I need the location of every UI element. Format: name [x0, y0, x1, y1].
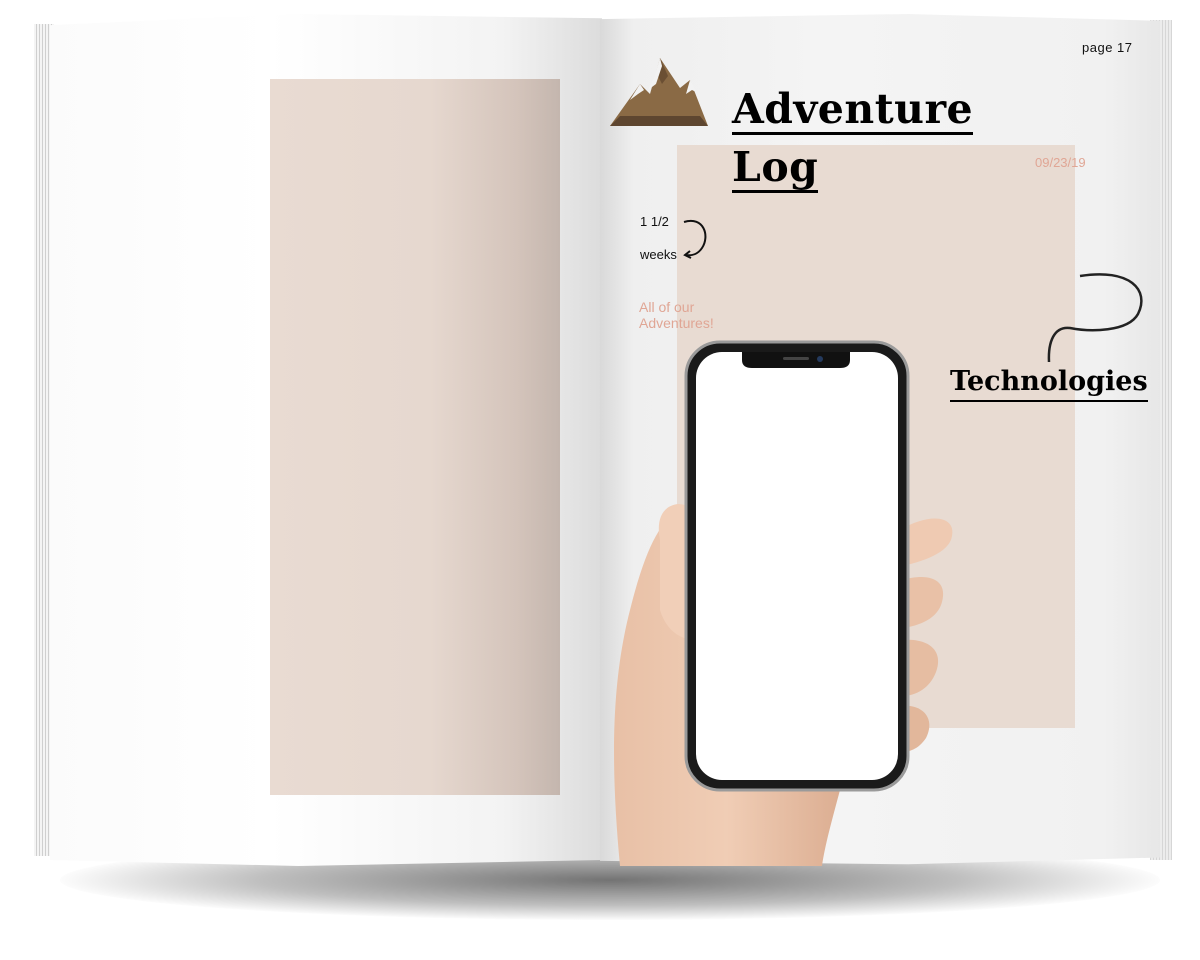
- duration-unit: weeks: [640, 247, 677, 262]
- page-title: Adventure Log: [732, 80, 974, 196]
- page-number: page 17: [1082, 40, 1133, 55]
- left-photo-placeholder: [270, 79, 560, 795]
- squiggle-line-icon: [1047, 273, 1143, 363]
- duration-amount: 1 1/2: [640, 214, 669, 229]
- caption-adventures: All of our Adventures!: [639, 299, 714, 331]
- curved-arrow-icon: [683, 219, 707, 259]
- title-line-2: Log: [732, 143, 819, 193]
- title-line-1: Adventure: [732, 85, 974, 135]
- entry-date: 09/23/19: [1035, 155, 1086, 170]
- hand-holding-phone: [614, 340, 953, 866]
- mountain-icon: [610, 58, 708, 126]
- section-heading-technologies: Technologies: [950, 364, 1148, 402]
